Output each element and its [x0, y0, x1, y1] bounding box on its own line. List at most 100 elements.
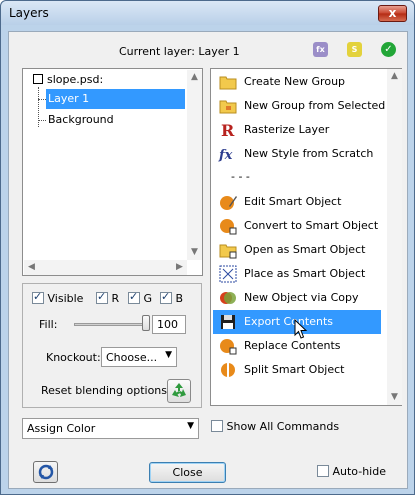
command-label: Edit Smart Object [244, 195, 342, 208]
command-label: Export Contents [244, 315, 333, 328]
scroll-right-icon[interactable]: ▶ [172, 260, 187, 275]
show-all-commands-checkbox[interactable] [211, 420, 223, 432]
fill-slider-thumb[interactable] [142, 315, 150, 331]
command-label: Open as Smart Object [244, 243, 366, 256]
g-checkbox[interactable] [128, 290, 140, 304]
rasterize-icon: R [221, 121, 235, 140]
command-label: Create New Group [244, 75, 346, 88]
smart-object-copy-icon [220, 292, 236, 304]
fill-input[interactable]: 100 [152, 315, 186, 334]
window-title: Layers [9, 6, 49, 20]
g-checkbox-row[interactable]: G [128, 290, 153, 305]
command-rasterize-layer[interactable]: R Rasterize Layer [213, 118, 381, 142]
fill-label: Fill: [39, 318, 58, 331]
auto-hide-row[interactable]: Auto-hide [317, 465, 386, 478]
command-label: New Object via Copy [244, 291, 359, 304]
command-label: Place as Smart Object [244, 267, 366, 280]
command-label: New Style from Scratch [244, 147, 374, 160]
command-label: Rasterize Layer [244, 123, 330, 136]
scroll-down-icon[interactable]: ▼ [387, 390, 402, 405]
b-checkbox-row[interactable]: B [160, 290, 184, 305]
reset-blending-button[interactable] [167, 379, 191, 403]
smart-object-split-icon [221, 363, 235, 377]
command-separator: - - - [231, 170, 250, 183]
command-open-as-smart-object[interactable]: Open as Smart Object [213, 238, 381, 262]
smart-object-replace-icon [220, 339, 237, 355]
tree-connector [38, 87, 39, 127]
command-new-group-from-selected[interactable]: New Group from Selected [213, 94, 385, 118]
visible-label: Visible [47, 292, 84, 305]
tree-item-layer-1[interactable]: Layer 1 [46, 89, 185, 109]
refresh-button[interactable] [33, 461, 58, 483]
current-layer-label: Current layer: Layer 1 [119, 45, 240, 58]
tree-connector [38, 99, 46, 100]
reset-blending-label: Reset blending options: [41, 384, 171, 397]
scroll-left-icon[interactable]: ◀ [24, 260, 39, 275]
fx-style-icon: fx [218, 148, 233, 163]
checkmark-icon[interactable]: ✓ [381, 42, 396, 57]
floppy-disk-icon [221, 315, 235, 329]
place-icon [219, 265, 237, 283]
scroll-down-icon[interactable]: ▼ [187, 245, 202, 260]
r-checkbox-row[interactable]: R [96, 290, 120, 305]
tree-expander[interactable] [33, 74, 43, 84]
tree-vertical-scrollbar[interactable]: ▲ ▼ [187, 70, 202, 260]
scroll-up-icon[interactable]: ▲ [387, 69, 402, 84]
folder-group-icon [219, 100, 237, 114]
layer-options-group: Visible R G B Fill: 100 Knockout: Choose… [22, 283, 202, 408]
knockout-value: Choose... [106, 351, 158, 364]
assign-color-value: Assign Color [27, 422, 96, 435]
tree-item-background[interactable]: Background [46, 110, 114, 130]
b-label: B [175, 292, 184, 305]
fill-slider-track[interactable] [74, 323, 146, 326]
command-place-as-smart-object[interactable]: Place as Smart Object [213, 262, 381, 286]
layers-window: Layers x Current layer: Layer 1 fx S ✓ s… [0, 0, 415, 495]
r-checkbox[interactable] [96, 290, 108, 304]
window-close-button[interactable]: x [378, 5, 407, 22]
command-convert-to-smart-object[interactable]: Convert to Smart Object [213, 214, 381, 238]
visible-checkbox[interactable] [32, 290, 44, 304]
show-all-commands-row[interactable]: Show All Commands [211, 420, 339, 433]
chevron-down-icon: ▼ [187, 421, 194, 431]
commands-vertical-scrollbar[interactable]: ▲ ▼ [387, 69, 402, 405]
script-icon[interactable]: S [347, 42, 362, 57]
command-new-style-from-scratch[interactable]: fx New Style from Scratch [213, 142, 381, 166]
document-name: slope.psd: [47, 73, 104, 86]
folder-smart-icon [219, 244, 237, 259]
scroll-up-icon[interactable]: ▲ [187, 70, 202, 85]
command-create-new-group[interactable]: Create New Group [213, 70, 381, 94]
command-label: Convert to Smart Object [244, 219, 379, 232]
tree-root[interactable]: slope.psd: [33, 73, 103, 86]
command-split-smart-object[interactable]: Split Smart Object [213, 358, 381, 382]
mouse-pointer-icon [294, 319, 308, 339]
refresh-icon [38, 464, 53, 480]
auto-hide-label: Auto-hide [332, 465, 387, 478]
command-edit-smart-object[interactable]: Edit Smart Object [213, 190, 381, 214]
knockout-dropdown[interactable]: Choose... ▼ [101, 347, 177, 367]
recycle-icon [172, 383, 186, 397]
g-label: G [143, 292, 153, 305]
fx-icon[interactable]: fx [313, 42, 328, 57]
command-new-object-via-copy[interactable]: New Object via Copy [213, 286, 381, 310]
show-all-commands-label: Show All Commands [226, 420, 340, 433]
close-button[interactable]: Close [149, 462, 226, 483]
layer-tree[interactable]: slope.psd: Layer 1 Background ◀ ▶ ▲ ▼ [22, 68, 203, 276]
visible-checkbox-row[interactable]: Visible [32, 290, 84, 305]
r-label: R [111, 292, 120, 305]
svg-text:fx: fx [218, 148, 233, 163]
folder-icon [219, 76, 237, 90]
command-label: New Group from Selected [244, 99, 386, 112]
tree-horizontal-scrollbar[interactable]: ◀ ▶ [24, 260, 187, 275]
command-label: Split Smart Object [244, 363, 345, 376]
dialog-body: Current layer: Layer 1 fx S ✓ slope.psd:… [8, 31, 408, 489]
knockout-label: Knockout: [46, 351, 101, 364]
assign-color-dropdown[interactable]: Assign Color ▼ [22, 418, 199, 439]
title-bar[interactable]: Layers x [1, 1, 414, 25]
b-checkbox[interactable] [160, 290, 172, 304]
svg-text:R: R [221, 121, 235, 140]
smart-object-convert-icon [220, 219, 237, 235]
smart-object-edit-icon [220, 196, 237, 210]
commands-list[interactable]: Create New Group New Group from Selected… [210, 68, 402, 406]
chevron-down-icon: ▼ [165, 350, 172, 360]
auto-hide-checkbox[interactable] [317, 465, 329, 477]
